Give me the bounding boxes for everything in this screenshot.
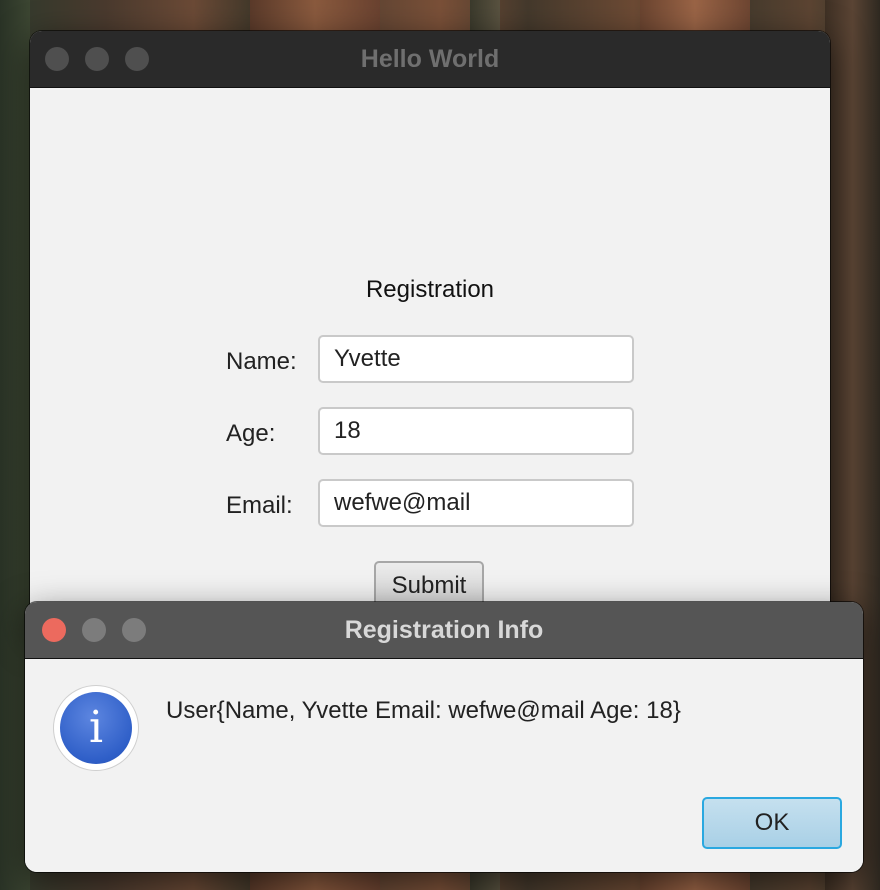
name-input[interactable]: Yvette [318, 335, 634, 383]
name-label: Name: [226, 348, 297, 375]
registration-info-dialog: Registration Info i User{Name, Yvette Em… [25, 602, 863, 872]
dialog-body: i User{Name, Yvette Email: wefwe@mail Ag… [25, 659, 863, 872]
registration-form: Registration Name: Yvette Age: 18 Email:… [30, 88, 830, 631]
dialog-message: User{Name, Yvette Email: wefwe@mail Age:… [166, 697, 681, 724]
main-titlebar[interactable]: Hello World [30, 31, 830, 88]
dialog-title: Registration Info [344, 616, 544, 644]
dialog-titlebar[interactable]: Registration Info [25, 602, 863, 659]
age-input[interactable]: 18 [318, 407, 634, 455]
email-input[interactable]: wefwe@mail [318, 479, 634, 527]
main-window: Hello World Registration Name: Yvette Ag… [30, 31, 830, 631]
info-icon: i [54, 686, 138, 770]
form-heading: Registration [365, 276, 495, 303]
window-title: Hello World [360, 45, 500, 73]
ok-button[interactable]: OK [702, 797, 842, 849]
email-label: Email: [226, 492, 293, 519]
age-label: Age: [226, 420, 276, 447]
